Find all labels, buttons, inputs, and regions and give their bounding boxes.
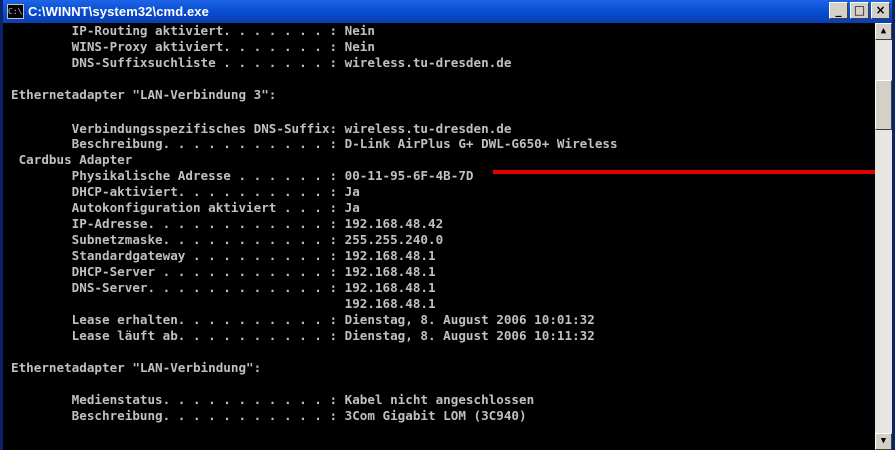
console-line: DNS-Suffixsuchliste . . . . . . . : wire… bbox=[11, 55, 512, 70]
vertical-scrollbar[interactable]: ▲ ▼ bbox=[875, 23, 892, 450]
console-line: Medienstatus. . . . . . . . . . . : Kabe… bbox=[11, 392, 535, 407]
console-line: DHCP-aktiviert. . . . . . . . . . : Ja bbox=[11, 184, 360, 199]
cmd-icon[interactable]: C:\ bbox=[7, 4, 24, 19]
console-line: DHCP-Server . . . . . . . . . . . : 192.… bbox=[11, 264, 436, 279]
console-line: 192.168.48.1 bbox=[11, 296, 436, 311]
maximize-button[interactable]: □ bbox=[850, 2, 869, 19]
close-button[interactable]: × bbox=[871, 2, 890, 19]
console-line: Standardgateway . . . . . . . . . : 192.… bbox=[11, 248, 436, 263]
highlight-underline bbox=[493, 170, 875, 174]
scroll-up-arrow-icon[interactable]: ▲ bbox=[875, 23, 892, 40]
console-line: Subnetzmaske. . . . . . . . . . . : 255.… bbox=[11, 232, 444, 247]
scroll-down-arrow-icon[interactable]: ▼ bbox=[875, 433, 892, 450]
scrollbar-thumb[interactable] bbox=[875, 80, 892, 130]
console-line: IP-Routing aktiviert. . . . . . . : Nein bbox=[11, 23, 375, 38]
console-line: Autokonfiguration aktiviert . . . : Ja bbox=[11, 200, 360, 215]
console-line: Beschreibung. . . . . . . . . . . : 3Com… bbox=[11, 408, 527, 423]
console-line: IP-Adresse. . . . . . . . . . . . : 192.… bbox=[11, 216, 444, 231]
window-title: C:\WINNT\system32\cmd.exe bbox=[28, 4, 209, 19]
console-line: Verbindungsspezifisches DNS-Suffix: wire… bbox=[11, 121, 512, 136]
console-output[interactable]: IP-Routing aktiviert. . . . . . . : Nein… bbox=[3, 23, 875, 450]
console-line: Cardbus Adapter bbox=[11, 152, 133, 167]
window-controls: _ □ × bbox=[829, 2, 890, 19]
cmd-window: C:\ C:\WINNT\system32\cmd.exe _ □ × IP-R… bbox=[0, 0, 895, 450]
title-bar[interactable]: C:\ C:\WINNT\system32\cmd.exe _ □ × bbox=[3, 0, 892, 23]
console-line: WINS-Proxy aktiviert. . . . . . . : Nein bbox=[11, 39, 375, 54]
console-line: Lease erhalten. . . . . . . . . . : Dien… bbox=[11, 312, 595, 327]
minimize-button[interactable]: _ bbox=[829, 2, 848, 19]
console-line: DNS-Server. . . . . . . . . . . . : 192.… bbox=[11, 280, 436, 295]
console-line: Physikalische Adresse . . . . . . : 00-1… bbox=[11, 168, 474, 183]
console-line: Ethernetadapter "LAN-Verbindung 3": bbox=[11, 87, 277, 102]
console-line: Lease läuft ab. . . . . . . . . . : Dien… bbox=[11, 328, 595, 343]
console-line: Ethernetadapter "LAN-Verbindung": bbox=[11, 360, 262, 375]
console-line: Beschreibung. . . . . . . . . . . : D-Li… bbox=[11, 136, 618, 151]
